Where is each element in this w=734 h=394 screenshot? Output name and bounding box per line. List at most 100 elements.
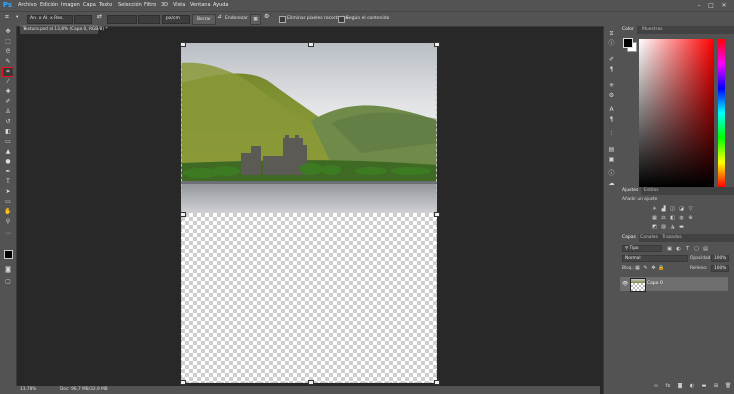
minimize-button[interactable]: – (694, 1, 704, 10)
history-brush-tool-icon[interactable]: ↺ (3, 118, 13, 126)
new-adjustment-icon[interactable]: ◐ (689, 383, 695, 390)
layer-row[interactable]: 👁 Capa 0 (620, 277, 728, 292)
move-tool-icon[interactable]: ✥ (3, 28, 13, 36)
color-balance-icon[interactable]: ⚖ (660, 215, 667, 221)
filter-shape-icon[interactable]: ▢ (693, 246, 700, 252)
character-panel-icon[interactable]: A (607, 106, 616, 114)
glyphs-panel-icon[interactable]: ⫶ (607, 130, 616, 138)
menu-vista[interactable]: Vista (173, 2, 185, 9)
crop-handle-r[interactable] (434, 212, 440, 217)
foreground-color-swatch[interactable] (623, 38, 633, 48)
brush-presets-icon[interactable]: ☁ (607, 180, 616, 188)
ratio-select[interactable]: An. x Al. x Res. (27, 15, 73, 24)
menu-texto[interactable]: Texto (99, 2, 112, 9)
channel-mixer-icon[interactable]: ⊕ (687, 215, 694, 221)
resolution-input[interactable] (138, 15, 160, 24)
stamp-tool-icon[interactable]: ♙ (3, 108, 13, 116)
grid-overlay-button[interactable]: ▦ (250, 14, 261, 25)
trash-icon[interactable]: 🗑 (725, 383, 731, 390)
add-mask-icon[interactable]: ◙ (677, 383, 683, 390)
path-select-tool-icon[interactable]: ➤ (3, 188, 13, 196)
lock-pixels-icon[interactable]: ▦ (634, 265, 641, 271)
hue-icon[interactable]: ▦ (651, 215, 658, 221)
posterize-icon[interactable]: ▨ (660, 224, 667, 230)
invert-icon[interactable]: ◩ (651, 224, 658, 230)
swap-icon[interactable]: ⇄ (97, 14, 102, 20)
layer-filter-select[interactable]: ⚲ Tipo (622, 245, 662, 252)
filter-type-icon[interactable]: T (684, 246, 691, 252)
history-panel-icon[interactable]: ⧖ (607, 30, 616, 38)
pen-tool-icon[interactable]: ✒ (3, 168, 13, 176)
exposure-icon[interactable]: ◪ (678, 206, 685, 212)
opacity-input[interactable]: 100% (711, 255, 729, 262)
menu-ventana[interactable]: Ventana (190, 2, 211, 9)
layer-name[interactable]: Capa 0 (647, 281, 663, 286)
paragraph-panel-icon[interactable]: ¶ (607, 66, 616, 74)
tab-color[interactable]: Color (619, 26, 637, 34)
layer-comps-icon[interactable]: ▣ (607, 156, 616, 164)
gear-icon[interactable]: ⚙ (264, 14, 269, 20)
vibrance-icon[interactable]: ▽ (687, 206, 694, 212)
shape-tool-icon[interactable]: ▭ (3, 198, 13, 206)
screen-mode-icon[interactable]: ▢ (3, 278, 13, 286)
filter-pixel-icon[interactable]: ▣ (666, 246, 673, 252)
blur-tool-icon[interactable]: ▲ (3, 148, 13, 156)
crop-handle-tr[interactable] (434, 42, 440, 47)
straighten-icon[interactable]: ⊿ (217, 14, 222, 20)
close-icon[interactable]: × (23, 27, 27, 32)
width-input[interactable] (74, 15, 92, 24)
eye-icon[interactable]: 👁 (622, 281, 628, 287)
tab-styles[interactable]: Estilos (641, 187, 662, 195)
properties-panel-icon[interactable]: ⓘ (607, 40, 616, 48)
marquee-tool-icon[interactable]: ⬚ (3, 38, 13, 46)
more-tools-icon[interactable]: ⋯ (3, 230, 13, 238)
new-layer-icon[interactable]: ⊞ (713, 383, 719, 390)
menu-imagen[interactable]: Imagen (61, 2, 80, 9)
menu-seleccion[interactable]: Selección (118, 2, 142, 9)
crop-tool-icon[interactable]: ⌗ (5, 14, 9, 21)
crop-handle-tl[interactable] (180, 42, 186, 47)
crop-handle-b[interactable] (308, 380, 314, 385)
zoom-level[interactable]: 13,78% (20, 387, 36, 392)
menu-3d[interactable]: 3D (161, 2, 168, 9)
tab-channels[interactable]: Canales (637, 234, 661, 242)
delete-cropped-checkbox[interactable] (279, 16, 286, 23)
crop-handle-t[interactable] (308, 42, 314, 47)
content-aware-checkbox[interactable] (338, 16, 345, 23)
menu-edicion[interactable]: Edición (40, 2, 58, 9)
quick-select-tool-icon[interactable]: ✎ (3, 58, 13, 66)
eyedropper-tool-icon[interactable]: ⁄ (3, 78, 13, 86)
type-tool-icon[interactable]: T (3, 178, 13, 186)
paragraph-style-icon[interactable]: ¶ (607, 116, 616, 124)
lock-move-icon[interactable]: ✥ (650, 265, 657, 271)
lasso-tool-icon[interactable]: ᘓ (3, 48, 13, 56)
height-input[interactable] (107, 15, 137, 24)
foreground-color-swatch[interactable] (4, 250, 13, 259)
link-layers-icon[interactable]: ∞ (653, 383, 659, 390)
menu-ayuda[interactable]: Ayuda (213, 2, 228, 9)
gradient-tool-icon[interactable]: ▭ (3, 138, 13, 146)
lock-all-icon[interactable]: 🔒 (658, 265, 665, 271)
levels-icon[interactable]: ▟ (660, 206, 667, 212)
gradient-map-icon[interactable]: ▬ (678, 224, 685, 230)
crop-handle-br[interactable] (434, 380, 440, 385)
healing-tool-icon[interactable]: ✚ (3, 88, 13, 96)
bw-icon[interactable]: ◧ (669, 215, 676, 221)
straighten-label[interactable]: Enderezar (225, 16, 248, 22)
color-picker-field[interactable] (639, 39, 714, 187)
crop-handle-bl[interactable] (180, 380, 186, 385)
tab-paths[interactable]: Trazados (659, 234, 685, 242)
curves-icon[interactable]: ◫ (669, 206, 676, 212)
unit-select[interactable]: px/cm (162, 15, 190, 24)
document-size[interactable]: Doc: 96,7 MB/32,9 MB (60, 387, 108, 392)
swatches-panel-icon[interactable]: ▤ (607, 146, 616, 154)
crop-tool-icon[interactable]: ⌗ (2, 67, 14, 77)
lock-paint-icon[interactable]: ✎ (642, 265, 649, 271)
navigator-panel-icon[interactable]: ✳ (607, 82, 616, 90)
tab-layers[interactable]: Capas (619, 234, 639, 242)
blend-mode-select[interactable]: Normal (622, 255, 688, 262)
filter-smart-icon[interactable]: ▤ (702, 246, 709, 252)
tab-swatches[interactable]: Muestras (639, 26, 666, 34)
menu-archivo[interactable]: Archivo (18, 2, 37, 9)
new-group-icon[interactable]: ▬ (701, 383, 707, 390)
